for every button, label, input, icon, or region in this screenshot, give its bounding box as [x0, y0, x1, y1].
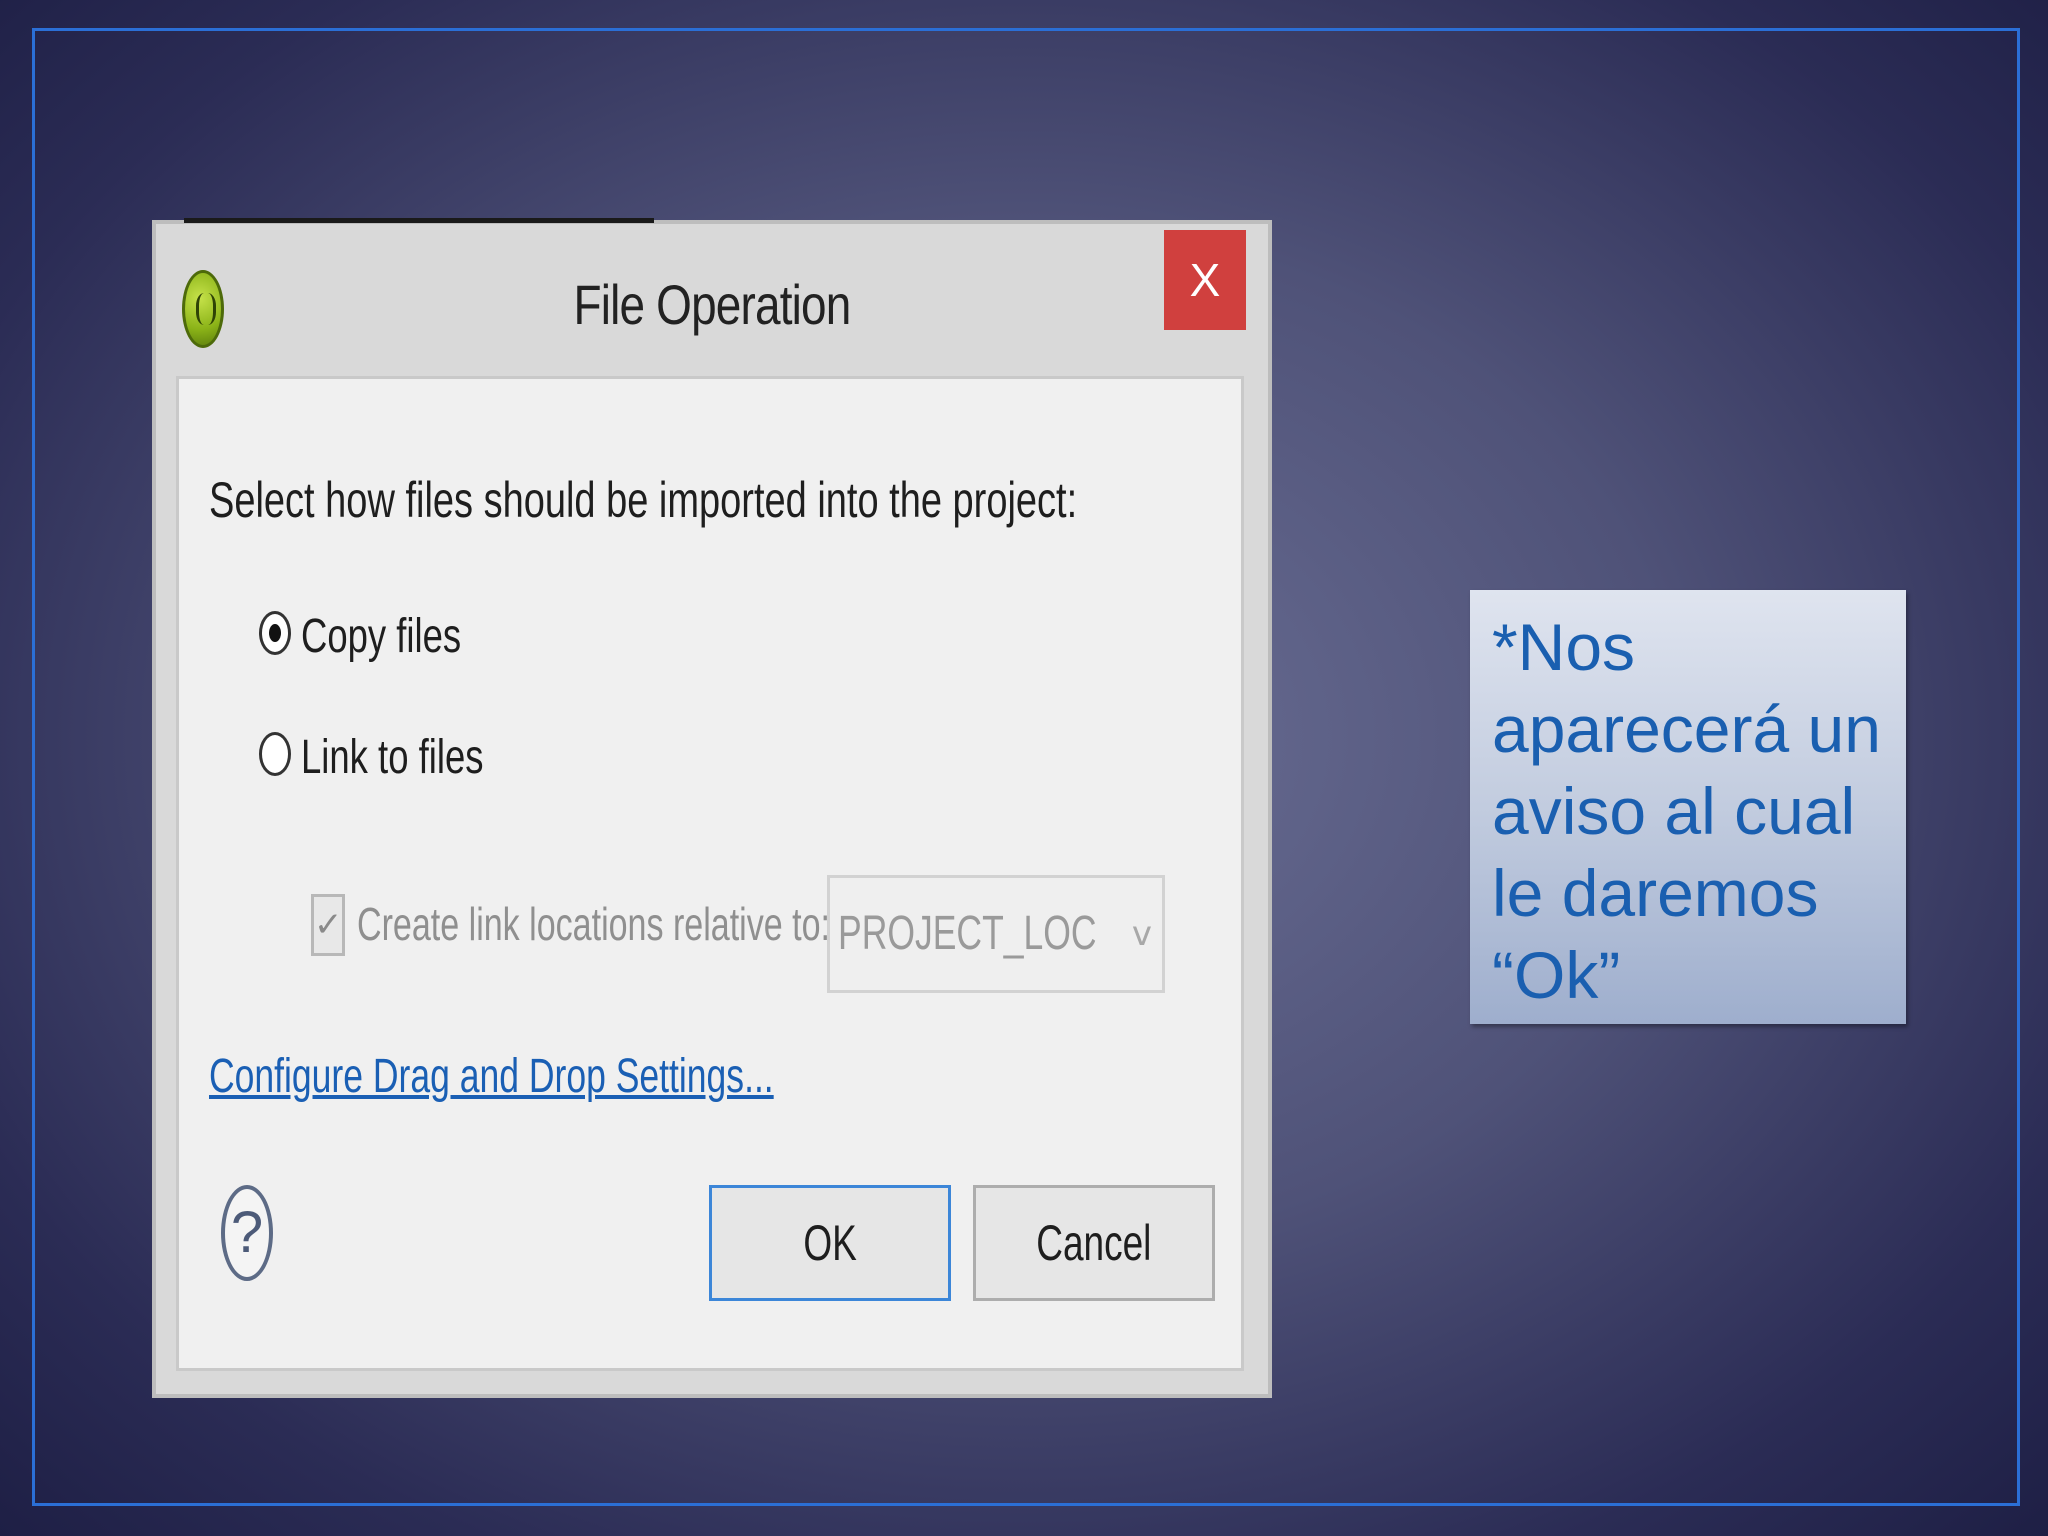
ok-button-label: OK [803, 1215, 857, 1271]
relative-location-value: PROJECT_LOC [838, 907, 1097, 960]
copy-files-radio[interactable] [259, 611, 291, 655]
copy-files-label[interactable]: Copy files [301, 609, 461, 664]
relative-location-checkbox[interactable]: ✓ [311, 894, 345, 956]
close-icon: X [1189, 254, 1221, 306]
cancel-button-label: Cancel [1036, 1215, 1152, 1271]
checkmark-icon: ✓ [314, 905, 343, 945]
dialog-titlebar[interactable]: File Operation X [156, 224, 1268, 376]
cancel-button[interactable]: Cancel [973, 1185, 1215, 1301]
relative-location-label: Create link locations relative to: [357, 898, 831, 950]
help-icon[interactable]: ? [221, 1185, 273, 1281]
close-button[interactable]: X [1164, 230, 1246, 330]
eclipse-app-icon [182, 270, 224, 348]
note-text: *Nos aparecerá un aviso al cual le darem… [1492, 610, 1881, 1012]
window-edge-strip [184, 218, 654, 223]
relative-location-select[interactable]: PROJECT_LOC v [827, 875, 1165, 993]
file-operation-dialog: File Operation X Select how files should… [152, 218, 1272, 1398]
dialog-title: File Operation [573, 273, 852, 336]
configure-drag-drop-link[interactable]: Configure Drag and Drop Settings... [209, 1049, 774, 1104]
dialog-content: Select how files should be imported into… [176, 376, 1244, 1371]
link-files-radio[interactable] [259, 732, 291, 776]
link-files-label[interactable]: Link to files [301, 730, 483, 785]
ok-button[interactable]: OK [709, 1185, 951, 1301]
chevron-down-icon: v [1131, 914, 1152, 954]
import-instruction: Select how files should be imported into… [209, 472, 1078, 528]
